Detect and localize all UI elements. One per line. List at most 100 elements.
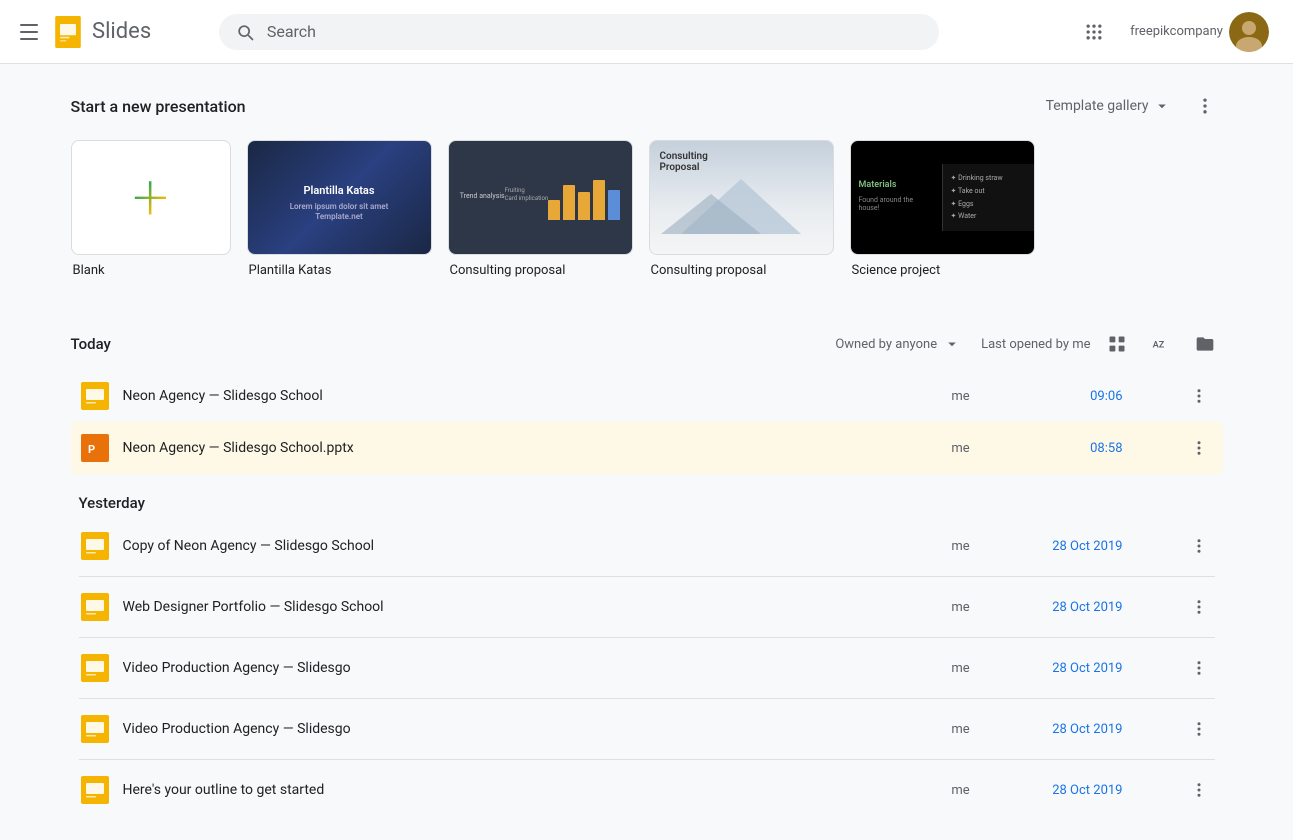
file-more-container: [1175, 713, 1215, 745]
file-date: 08:58: [1013, 441, 1163, 456]
files-controls: Owned by anyone Last opened by me AZ: [823, 326, 1222, 362]
file-name: Web Designer Portfolio — Slidesgo School: [123, 599, 909, 615]
file-more-container: [1175, 774, 1215, 806]
files-section: Today Owned by anyone Last opened by me: [47, 310, 1247, 816]
user-company-label: freepikcompany: [1130, 24, 1223, 39]
folder-icon: [1195, 334, 1215, 354]
sort-az-button[interactable]: AZ: [1143, 326, 1179, 362]
template-blank[interactable]: + Blank: [71, 140, 231, 278]
search-bar[interactable]: Search: [219, 14, 939, 50]
menu-button[interactable]: [16, 20, 40, 44]
plantilla-katas-thumb: Plantilla Katas Lorem ipsum dolor sit am…: [247, 140, 432, 255]
user-avatar: [1229, 12, 1269, 52]
file-name: Neon Agency — Slidesgo School.pptx: [123, 440, 909, 456]
file-owner: me: [921, 661, 1001, 676]
app-header: Slides Search freepikcompany: [0, 0, 1293, 64]
file-row[interactable]: Video Production Agency — Slidesgo me 28…: [71, 703, 1223, 755]
templates-more-button[interactable]: [1187, 88, 1223, 124]
folder-view-button[interactable]: [1187, 326, 1223, 362]
grid-view-icon: [1107, 334, 1127, 354]
file-owner: me: [921, 600, 1001, 615]
file-row[interactable]: Here's your outline to get started me 28…: [71, 764, 1223, 816]
file-icon-slides: [79, 380, 111, 412]
main-content: Start a new presentation Template galler…: [47, 64, 1247, 840]
apps-grid-icon: [1084, 22, 1104, 42]
file-more-button[interactable]: [1183, 591, 1215, 623]
template-consulting-1[interactable]: Trend analysis FruitingCard implication …: [448, 140, 633, 278]
more-vertical-icon: [1190, 387, 1208, 405]
file-date: 09:06: [1013, 389, 1163, 404]
file-icon-slides: [79, 530, 111, 562]
file-row[interactable]: P Neon Agency — Slidesgo School.pptx me …: [71, 422, 1223, 474]
yesterday-section-label: Yesterday: [71, 474, 1223, 520]
google-apps-button[interactable]: [1074, 12, 1114, 52]
consulting-1-thumb: Trend analysis FruitingCard implication: [448, 140, 633, 255]
dropdown-chevron-icon: [943, 335, 961, 353]
more-vertical-icon: [1190, 439, 1208, 457]
file-more-button[interactable]: [1183, 530, 1215, 562]
svg-text:P: P: [88, 443, 95, 456]
row-divider: [79, 576, 1215, 577]
file-more-container: [1175, 432, 1215, 464]
file-row[interactable]: Video Production Agency — Slidesgo me 28…: [71, 642, 1223, 694]
template-science-project[interactable]: Materials Found around the house! ✦ Drin…: [850, 140, 1035, 278]
templates-header: Start a new presentation Template galler…: [47, 88, 1247, 124]
more-vertical-icon: [1190, 537, 1208, 555]
grid-view-button[interactable]: [1099, 326, 1135, 362]
file-row[interactable]: Web Designer Portfolio — Slidesgo School…: [71, 581, 1223, 633]
blank-thumb: +: [71, 140, 231, 255]
file-more-button[interactable]: [1183, 380, 1215, 412]
templates-section-title: Start a new presentation: [71, 97, 246, 116]
file-icon-pptx: P: [79, 432, 111, 464]
file-name: Here's your outline to get started: [123, 782, 909, 798]
file-more-button[interactable]: [1183, 713, 1215, 745]
template-gallery-button[interactable]: Template gallery: [1034, 91, 1183, 121]
file-row[interactable]: Copy of Neon Agency — Slidesgo School me…: [71, 520, 1223, 572]
file-icon-slides: [79, 774, 111, 806]
file-row[interactable]: Neon Agency — Slidesgo School me 09:06: [71, 370, 1223, 422]
file-more-button[interactable]: [1183, 774, 1215, 806]
today-section-label: Today: [71, 335, 111, 353]
file-name: Video Production Agency — Slidesgo: [123, 721, 909, 737]
sort-az-icon: AZ: [1151, 334, 1171, 354]
file-name: Video Production Agency — Slidesgo: [123, 660, 909, 676]
slides-logo-icon: [52, 16, 84, 48]
file-owner: me: [921, 441, 1001, 456]
template-consulting-2[interactable]: Consulting Proposal Consulting proposal: [649, 140, 834, 278]
templates-row: + Blank Plantilla Katas Lorem ipsum dolo…: [47, 140, 1247, 278]
app-logo[interactable]: Slides: [52, 16, 151, 48]
file-date: 28 Oct 2019: [1013, 539, 1163, 554]
consulting-1-label: Consulting proposal: [448, 263, 633, 278]
user-account-button[interactable]: freepikcompany: [1122, 8, 1277, 56]
row-divider: [79, 637, 1215, 638]
science-project-thumb: Materials Found around the house! ✦ Drin…: [850, 140, 1035, 255]
file-name: Copy of Neon Agency — Slidesgo School: [123, 538, 909, 554]
file-more-button[interactable]: [1183, 652, 1215, 684]
more-vertical-icon: [1190, 720, 1208, 738]
templates-section: Start a new presentation Template galler…: [47, 88, 1247, 278]
row-divider: [79, 759, 1215, 760]
template-gallery-label: Template gallery: [1046, 98, 1149, 114]
plantilla-katas-label: Plantilla Katas: [247, 263, 432, 278]
header-right: freepikcompany: [1074, 8, 1277, 56]
search-placeholder: Search: [267, 22, 316, 41]
file-date: 28 Oct 2019: [1013, 600, 1163, 615]
file-icon-slides: [79, 652, 111, 684]
more-vertical-icon: [1190, 659, 1208, 677]
row-divider: [79, 698, 1215, 699]
sort-label: Last opened by me: [981, 337, 1090, 352]
file-more-button[interactable]: [1183, 432, 1215, 464]
more-vertical-icon: [1190, 598, 1208, 616]
consulting-2-label: Consulting proposal: [649, 263, 834, 278]
vertical-dots-icon: [1195, 96, 1215, 116]
template-plantilla-katas[interactable]: Plantilla Katas Lorem ipsum dolor sit am…: [247, 140, 432, 278]
file-owner: me: [921, 783, 1001, 798]
file-icon-slides: [79, 591, 111, 623]
file-owner: me: [921, 539, 1001, 554]
search-icon: [235, 22, 255, 42]
expand-icon: [1153, 97, 1171, 115]
files-header: Today Owned by anyone Last opened by me: [71, 326, 1223, 362]
owner-filter-button[interactable]: Owned by anyone: [823, 329, 973, 359]
file-owner: me: [921, 389, 1001, 404]
file-more-container: [1175, 530, 1215, 562]
